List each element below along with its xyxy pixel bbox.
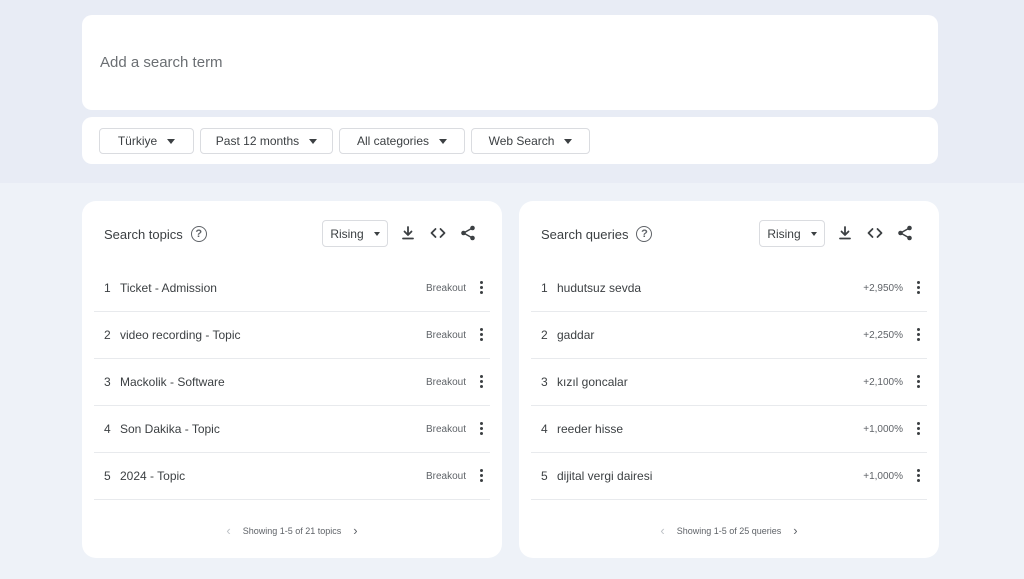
row-label[interactable]: hudutsuz sevda [557, 281, 641, 295]
row-rank: 5 [104, 469, 111, 483]
search-topics-panel: Search topics ? Rising 1 Ticket - Admiss… [82, 201, 502, 558]
queries-list: 1 hudutsuz sevda +2,950% 2 gaddar +2,250… [531, 265, 927, 500]
help-circle-icon[interactable]: ? [190, 226, 207, 242]
help-circle-icon[interactable]: ? [636, 226, 653, 242]
row-label[interactable]: Son Dakika - Topic [120, 422, 220, 436]
more-vert-icon[interactable] [478, 281, 484, 295]
pagination: ‹ Showing 1-5 of 25 queries › [519, 524, 939, 537]
list-item[interactable]: 4 Son Dakika - Topic Breakout [94, 406, 490, 453]
row-label[interactable]: dijital vergi dairesi [557, 469, 652, 483]
category-filter-button[interactable]: All categories [339, 128, 465, 154]
row-rank: 1 [541, 281, 548, 295]
search-topics-title: Search topics [104, 226, 183, 242]
share-icon[interactable] [897, 225, 913, 241]
search-queries-panel: Search queries ? Rising 1 hudutsuz sevda… [519, 201, 939, 558]
pagination: ‹ Showing 1-5 of 21 topics › [82, 524, 502, 537]
chevron-right-icon[interactable]: › [793, 524, 797, 537]
embed-code-icon[interactable] [867, 225, 883, 241]
row-value: Breakout [425, 282, 466, 294]
search-input[interactable] [100, 54, 700, 71]
download-icon[interactable] [400, 225, 416, 241]
more-vert-icon[interactable] [478, 375, 484, 389]
region-filter-label: Türkiye [117, 134, 158, 148]
list-item[interactable]: 5 2024 - Topic Breakout [94, 453, 490, 500]
more-vert-icon[interactable] [478, 469, 484, 483]
row-value: +2,100% [863, 376, 903, 388]
row-rank: 2 [104, 328, 111, 342]
row-rank: 4 [541, 422, 548, 436]
row-value: +1,000% [863, 423, 903, 435]
sort-label: Rising [330, 226, 364, 241]
region-filter-button[interactable]: Türkiye [99, 128, 194, 154]
more-vert-icon[interactable] [915, 469, 921, 483]
caret-down-icon [810, 231, 817, 236]
pagination-text: Showing 1-5 of 21 topics [242, 525, 342, 536]
more-vert-icon[interactable] [478, 328, 484, 342]
row-value: Breakout [425, 470, 466, 482]
download-icon[interactable] [837, 225, 853, 241]
row-rank: 3 [104, 375, 111, 389]
row-rank: 3 [541, 375, 548, 389]
filter-bar: Türkiye Past 12 months All categories We… [82, 117, 938, 164]
chevron-right-icon[interactable]: › [353, 524, 357, 537]
row-value: +1,000% [863, 470, 903, 482]
panel-title: Search topics ? [104, 226, 207, 242]
more-vert-icon[interactable] [915, 375, 921, 389]
sort-dropdown[interactable]: Rising [322, 220, 388, 247]
property-filter-label: Web Search [488, 134, 555, 148]
row-label[interactable]: Mackolik - Software [120, 375, 225, 389]
row-rank: 5 [541, 469, 548, 483]
embed-code-icon[interactable] [430, 225, 446, 241]
caret-down-icon [167, 138, 176, 144]
property-filter-button[interactable]: Web Search [471, 128, 590, 154]
sort-dropdown[interactable]: Rising [759, 220, 825, 247]
row-value: Breakout [425, 423, 466, 435]
caret-down-icon [373, 231, 380, 236]
row-value: +2,250% [863, 329, 903, 341]
list-item[interactable]: 2 video recording - Topic Breakout [94, 312, 490, 359]
row-rank: 2 [541, 328, 548, 342]
category-filter-label: All categories [356, 134, 430, 148]
more-vert-icon[interactable] [478, 422, 484, 436]
list-item[interactable]: 3 kızıl goncalar +2,100% [531, 359, 927, 406]
row-label[interactable]: 2024 - Topic [120, 469, 185, 483]
caret-down-icon [564, 138, 573, 144]
row-label[interactable]: video recording - Topic [120, 328, 241, 342]
caret-down-icon [309, 138, 318, 144]
row-label[interactable]: gaddar [557, 328, 594, 342]
list-item[interactable]: 5 dijital vergi dairesi +1,000% [531, 453, 927, 500]
search-card [82, 15, 938, 110]
more-vert-icon[interactable] [915, 328, 921, 342]
row-label[interactable]: kızıl goncalar [557, 375, 628, 389]
pagination-text: Showing 1-5 of 25 queries [676, 525, 782, 536]
list-item[interactable]: 4 reeder hisse +1,000% [531, 406, 927, 453]
row-rank: 1 [104, 281, 111, 295]
more-vert-icon[interactable] [915, 281, 921, 295]
row-label[interactable]: reeder hisse [557, 422, 623, 436]
list-item[interactable]: 1 Ticket - Admission Breakout [94, 265, 490, 312]
list-item[interactable]: 1 hudutsuz sevda +2,950% [531, 265, 927, 312]
row-value: Breakout [425, 329, 466, 341]
panel-title: Search queries ? [541, 226, 653, 242]
row-rank: 4 [104, 422, 111, 436]
row-value: Breakout [425, 376, 466, 388]
chevron-left-icon[interactable]: ‹ [226, 524, 230, 537]
time-filter-label: Past 12 months [215, 134, 300, 148]
caret-down-icon [439, 138, 448, 144]
list-item[interactable]: 2 gaddar +2,250% [531, 312, 927, 359]
share-icon[interactable] [460, 225, 476, 241]
time-filter-button[interactable]: Past 12 months [200, 128, 333, 154]
row-value: +2,950% [863, 282, 903, 294]
row-label[interactable]: Ticket - Admission [120, 281, 217, 295]
sort-label: Rising [767, 226, 801, 241]
chevron-left-icon[interactable]: ‹ [660, 524, 664, 537]
topics-list: 1 Ticket - Admission Breakout 2 video re… [94, 265, 490, 500]
search-queries-title: Search queries [541, 226, 629, 242]
list-item[interactable]: 3 Mackolik - Software Breakout [94, 359, 490, 406]
more-vert-icon[interactable] [915, 422, 921, 436]
